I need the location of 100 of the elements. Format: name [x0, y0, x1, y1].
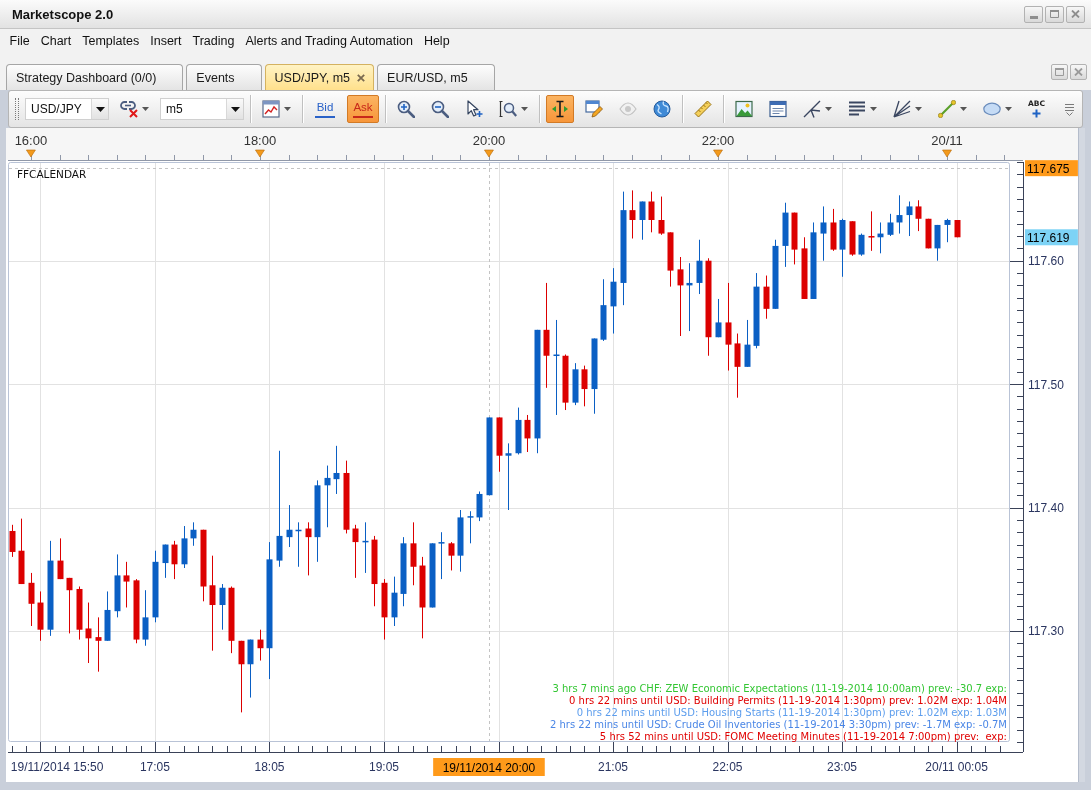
candlestick — [801, 236, 808, 300]
marker-icon — [942, 149, 952, 158]
candlestick — [247, 639, 254, 699]
news-line: 0 hrs 22 mins until USD: Building Permits (11-19-2014 1:30pm) prev: 1.02M exp: 1.04M — [569, 695, 1007, 706]
time-ruler-label: 20:00 — [472, 133, 506, 148]
zoom-out-icon — [431, 100, 449, 118]
caret-icon — [1005, 107, 1012, 111]
candlestick — [104, 590, 111, 642]
candlestick — [944, 218, 951, 243]
time-label: 18:05 — [254, 760, 285, 774]
ref-line-label: 19/11/2014 20:00 — [442, 760, 536, 775]
dropdown[interactable]: m5 — [160, 98, 244, 120]
chart-window-icon — [262, 100, 280, 118]
minimize-button[interactable] — [1024, 5, 1043, 23]
dropdown[interactable]: USD/JPY — [25, 98, 109, 120]
candlestick — [658, 196, 665, 236]
menu-item[interactable]: Templates — [76, 31, 145, 51]
minimize-icon — [1029, 15, 1038, 19]
price-marker: 117.675 — [1025, 160, 1078, 177]
tab[interactable]: Strategy Dashboard (0/0) — [6, 64, 184, 90]
close-icon — [1071, 10, 1080, 18]
candlestick — [228, 586, 235, 654]
restore-button[interactable] — [1051, 64, 1068, 80]
news-line: 2 hrs 22 mins until USD: Crude Oil Inventories (11-19-2014 3:30pm) prev: -1.7M exp: -0.7M — [549, 719, 1007, 730]
time-label: 19/11/2014 15:50 — [10, 760, 104, 774]
tab[interactable]: USD/JPY, m5 — [264, 64, 375, 90]
time-ruler-label: 22:00 — [701, 133, 735, 148]
ellipse-icon — [983, 100, 1001, 118]
price-label: 117.30 — [1028, 624, 1064, 639]
candlestick — [133, 578, 140, 644]
candlestick — [744, 319, 751, 368]
i-beam-cursor-icon — [551, 100, 569, 118]
candlestick — [171, 540, 178, 580]
news-line: 3 hrs 7 mins ago CHF: ZEW Economic Expectations (11-19-2014 10:00am) prev: -30.7 exp: — [552, 683, 1007, 694]
candlestick — [457, 509, 464, 573]
time-label: 20/11 00:05 — [925, 760, 988, 774]
price-marker: 117.619 — [1025, 229, 1078, 246]
tab[interactable]: EUR/USD, m5 — [377, 64, 495, 90]
toolbar-grip[interactable] — [15, 98, 19, 120]
candlestick — [410, 521, 417, 586]
candlestick — [667, 231, 674, 288]
price-label: 117.50 — [1028, 377, 1064, 392]
close-button[interactable] — [1066, 5, 1085, 23]
candlestick — [476, 491, 483, 522]
candlestick — [772, 239, 779, 310]
time-ruler-label: 20/11 — [931, 133, 963, 148]
candlestick — [286, 504, 293, 548]
menu-item[interactable]: Help — [418, 31, 456, 51]
fan-lines-icon — [893, 100, 911, 118]
candlestick — [18, 518, 25, 585]
candlestick — [371, 535, 378, 607]
candlestick — [57, 537, 64, 580]
marker-icon — [484, 149, 494, 158]
time-ruler-label: 16:00 — [14, 133, 48, 148]
menu-item[interactable]: Chart — [35, 31, 77, 51]
maximize-button[interactable] — [1045, 5, 1064, 23]
candlestick — [791, 212, 798, 265]
zoom-range-icon — [499, 100, 517, 118]
candlestick — [734, 333, 741, 399]
candlestick — [562, 354, 569, 411]
candlestick — [448, 541, 455, 571]
pointer-icon — [465, 100, 483, 118]
menu-item[interactable]: Alerts and Trading Automation — [239, 31, 419, 51]
candlestick — [648, 191, 655, 233]
menu-item[interactable]: File — [4, 31, 36, 51]
candlestick — [123, 561, 130, 608]
candlestick — [467, 510, 474, 544]
candlestick — [400, 536, 407, 607]
close-icon[interactable] — [357, 73, 366, 82]
candlestick — [324, 465, 331, 528]
close-button[interactable] — [1070, 64, 1087, 80]
candlestick — [381, 578, 388, 641]
caret-icon — [870, 107, 877, 111]
time-label: 21:05 — [598, 760, 629, 774]
candlestick — [715, 298, 722, 338]
time-ruler[interactable] — [7, 154, 1024, 161]
tab[interactable]: Events — [186, 64, 262, 90]
overflow-icon[interactable] — [1065, 102, 1074, 116]
candlestick — [887, 213, 894, 237]
candlestick — [114, 553, 121, 618]
pitchfork-icon — [803, 100, 821, 118]
maximize-icon — [1050, 10, 1059, 18]
candlestick — [190, 521, 197, 547]
candlestick — [600, 278, 607, 342]
indicator-label: FFCALENDAR — [17, 168, 87, 180]
caret-icon — [284, 107, 291, 111]
menu-item[interactable]: Trading — [187, 31, 240, 51]
candlestick — [9, 524, 16, 558]
candlestick — [85, 602, 92, 664]
candlestick — [257, 629, 264, 662]
candlestick — [496, 416, 503, 473]
menu-item[interactable]: Insert — [144, 31, 187, 51]
price-toggle[interactable]: Bid — [309, 95, 341, 123]
i-beam-cursor-button[interactable] — [546, 95, 574, 123]
candlestick — [686, 262, 693, 332]
marker-icon — [713, 149, 723, 158]
candlestick — [830, 208, 837, 252]
window-icon — [769, 100, 787, 118]
globe-icon — [653, 100, 671, 118]
candlestick — [925, 218, 932, 249]
